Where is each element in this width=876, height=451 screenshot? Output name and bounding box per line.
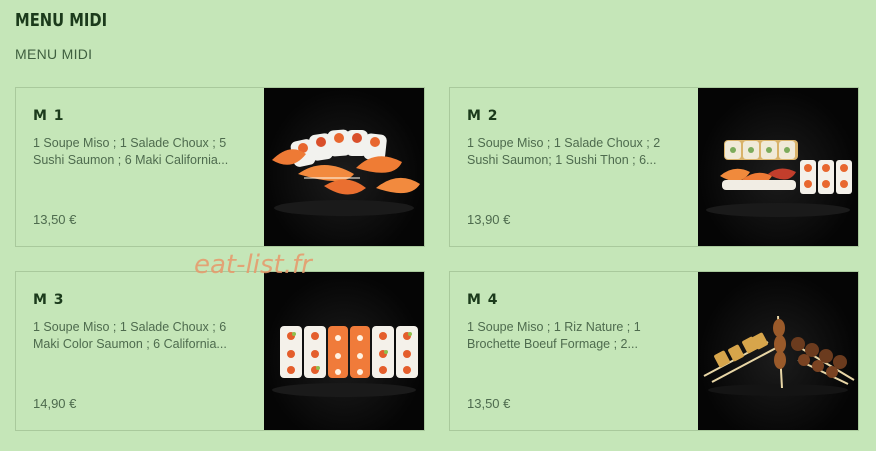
menu-item-photo[interactable] bbox=[264, 88, 424, 246]
menu-item-description: 1 Soupe Miso ; 1 Salade Choux ; 6 Maki C… bbox=[33, 320, 227, 351]
section-title: MENU MIDI bbox=[15, 10, 108, 31]
menu-item-card[interactable]: M 3 1 Soupe Miso ; 1 Salade Choux ; 6 Ma… bbox=[15, 271, 425, 431]
menu-item-price: 13,90 € bbox=[467, 212, 511, 227]
menu-item-photo[interactable] bbox=[698, 88, 858, 246]
menu-item-card[interactable]: M 1 1 Soupe Miso ; 1 Salade Choux ; 5 Su… bbox=[15, 87, 425, 247]
menu-item-name: M 3 bbox=[33, 292, 65, 308]
yakitori-skewers-icon bbox=[703, 315, 855, 396]
menu-item-price: 14,90 € bbox=[33, 396, 77, 411]
menu-item-card[interactable]: M 4 1 Soupe Miso ; 1 Riz Nature ; 1 Broc… bbox=[449, 271, 859, 431]
menu-item-name: M 2 bbox=[467, 108, 499, 124]
menu-item-price: 13,50 € bbox=[467, 396, 511, 411]
watermark: eat-list.fr bbox=[194, 250, 312, 280]
menu-item-description: 1 Soupe Miso ; 1 Salade Choux ; 5 Sushi … bbox=[33, 136, 229, 167]
section-subtitle: MENU MIDI bbox=[15, 46, 93, 62]
menu-item-name: M 4 bbox=[467, 292, 499, 308]
menu-item-photo[interactable] bbox=[698, 272, 858, 430]
menu-item-description: 1 Soupe Miso ; 1 Riz Nature ; 1 Brochett… bbox=[467, 320, 641, 351]
menu-item-description: 1 Soupe Miso ; 1 Salade Choux ; 2 Sushi … bbox=[467, 136, 661, 167]
sushi-assortment-icon bbox=[706, 140, 852, 217]
menu-item-card[interactable]: M 2 1 Soupe Miso ; 1 Salade Choux ; 2 Su… bbox=[449, 87, 859, 247]
menu-item-price: 13,50 € bbox=[33, 212, 77, 227]
menu-item-photo[interactable] bbox=[264, 272, 424, 430]
sushi-salmon-icon bbox=[272, 129, 420, 216]
maki-rolls-icon bbox=[272, 326, 418, 397]
menu-item-name: M 1 bbox=[33, 108, 65, 124]
